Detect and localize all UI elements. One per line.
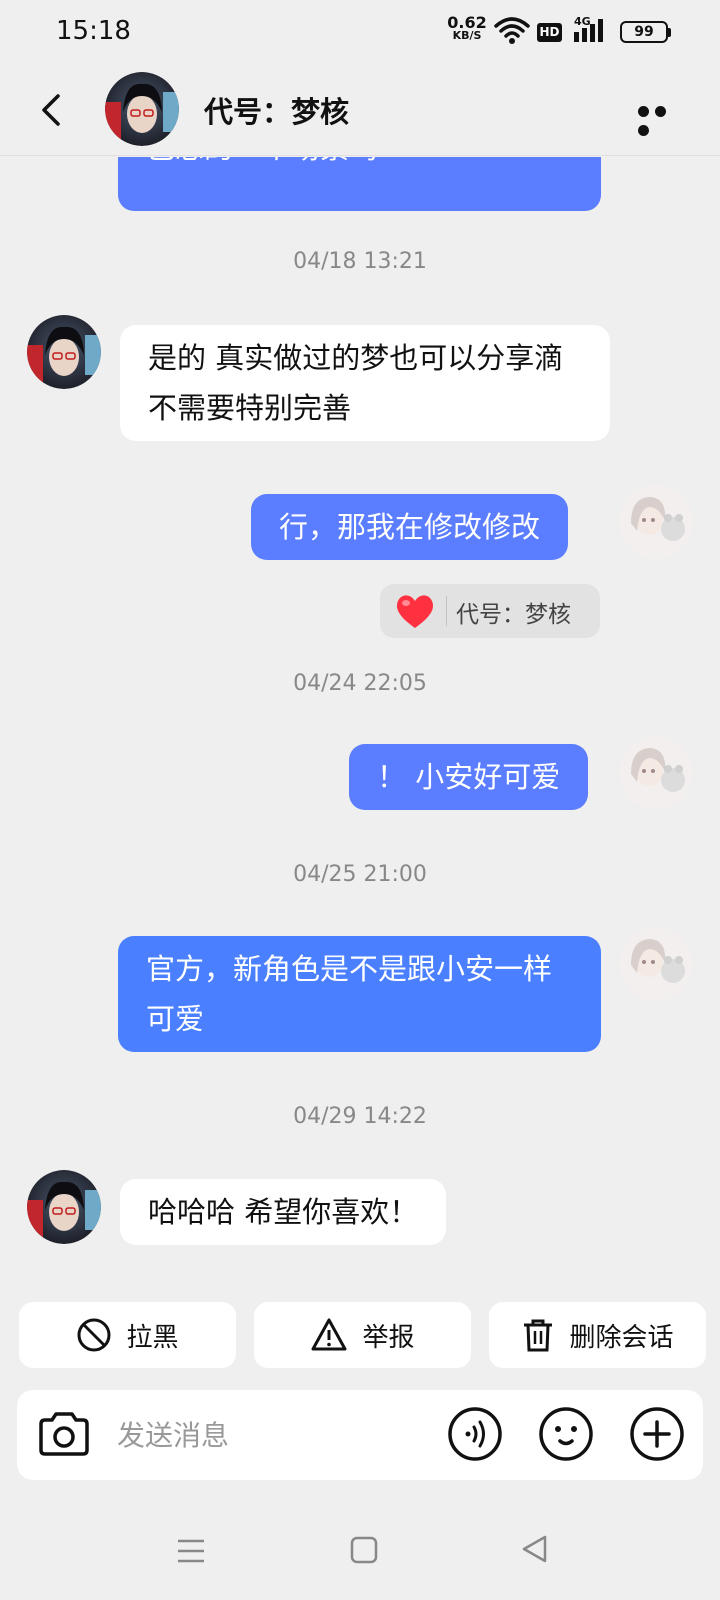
message-bubble-incoming[interactable]: 是的 真实做过的梦也可以分享滴 不需要特别完善 [120,325,610,441]
user-avatar[interactable] [619,927,693,1001]
home-icon[interactable] [350,1536,378,1564]
network-speed: 0.62 KB/S [447,13,487,43]
message-list: 己想的一个场景吗 [0,157,720,1257]
divider [446,596,447,626]
message-reaction[interactable]: 代号：梦核 [380,584,600,638]
chat-title: 代号：梦核 [204,95,350,129]
plus-icon[interactable] [629,1406,685,1462]
timestamp: 04/24 22:05 [293,671,427,696]
reaction-user-name: 代号：梦核 [456,602,571,628]
delete-conversation-button[interactable]: 删除会话 [489,1302,706,1368]
timestamp: 04/25 21:00 [293,862,427,887]
emoji-icon[interactable] [538,1406,594,1462]
message-text: 行，那我在修改修改 [279,510,541,544]
user-avatar[interactable] [619,485,693,559]
more-options-icon[interactable] [638,102,688,136]
message-bubble-incoming[interactable]: 哈哈哈 希望你喜欢！ [120,1179,447,1245]
wifi-icon [494,17,530,44]
contact-avatar[interactable] [27,315,101,389]
report-button[interactable]: 举报 [254,1302,471,1368]
network-speed-unit: KB/S [452,29,482,42]
signal-icon: 4G [574,15,610,46]
message-bubble-outgoing[interactable]: 官方，新角色是不是跟小安一样可爱 [118,936,601,1052]
camera-icon[interactable] [37,1408,91,1460]
delete-conversation-label: 删除会话 [569,1322,674,1353]
warning-icon [311,1318,347,1351]
contact-avatar[interactable] [105,72,179,146]
trash-icon [524,1319,553,1352]
menu-icon[interactable] [176,1536,206,1566]
voice-icon[interactable] [447,1406,503,1462]
status-bar: 15:18 0.62 KB/S HD 4G 99 [0,0,720,64]
heart-icon [396,595,434,628]
timestamp: 04/29 14:22 [293,1104,427,1129]
message-bubble-outgoing[interactable]: 行，那我在修改修改 [251,494,569,560]
block-icon [77,1318,111,1352]
nav-back-icon[interactable] [520,1534,548,1564]
message-text: ！ 小安好可爱 [377,760,561,794]
status-time: 15:18 [56,16,131,46]
message-bubble-outgoing[interactable]: 己想的一个场景吗 [118,157,601,211]
block-button[interactable]: 拉黑 [19,1302,236,1368]
user-avatar[interactable] [619,736,693,810]
block-label: 拉黑 [126,1322,179,1353]
chat-header: 代号：梦核 [0,64,720,156]
message-text: 己想的一个场景吗 [146,157,378,165]
message-text: 哈哈哈 希望你喜欢！ [148,1195,419,1229]
back-arrow-icon[interactable] [36,90,66,130]
timestamp: 04/18 13:21 [293,249,427,274]
hd-icon: HD [537,23,562,42]
report-label: 举报 [362,1322,415,1353]
network-speed-value: 0.62 [447,13,487,32]
message-input-bar [17,1390,703,1480]
message-bubble-outgoing[interactable]: ！ 小安好可爱 [349,744,589,810]
battery-icon: 99 [620,21,668,43]
message-text: 是的 真实做过的梦也可以分享滴 不需要特别完善 [148,341,564,425]
battery-tip [668,28,671,37]
contact-avatar[interactable] [27,1170,101,1244]
message-input[interactable] [117,1412,417,1458]
message-text: 官方，新角色是不是跟小安一样可爱 [146,952,553,1036]
